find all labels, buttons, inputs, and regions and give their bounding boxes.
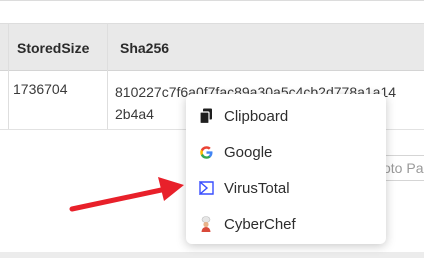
column-header-storedsize[interactable]: StoredSize (17, 24, 89, 72)
menu-item-label: VirusTotal (224, 179, 290, 197)
menu-item-clipboard[interactable]: Clipboard (186, 98, 386, 134)
clipboard-icon (198, 108, 214, 124)
virustotal-icon (198, 180, 214, 196)
column-header-sha256[interactable]: Sha256 (120, 24, 169, 72)
screen: StoredSize Sha256 1736704 810227c7f6a0f7… (0, 0, 424, 258)
column-divider (8, 23, 9, 130)
menu-item-label: Google (224, 143, 273, 161)
menu-item-google[interactable]: Google (186, 134, 386, 170)
menu-item-label: CyberChef (224, 215, 296, 233)
table-header: StoredSize Sha256 (0, 23, 424, 71)
menu-item-label: Clipboard (224, 107, 289, 125)
cell-storedsize[interactable]: 1736704 (13, 81, 68, 97)
cyberchef-icon (198, 216, 214, 232)
menu-item-virustotal[interactable]: VirusTotal (186, 170, 386, 206)
google-icon (198, 144, 214, 160)
bottom-scroll-area (0, 252, 424, 258)
context-menu: Clipboard Google VirusTotal CyberChef (186, 94, 386, 244)
menu-item-cyberchef[interactable]: CyberChef (186, 206, 386, 242)
column-divider (107, 23, 108, 130)
